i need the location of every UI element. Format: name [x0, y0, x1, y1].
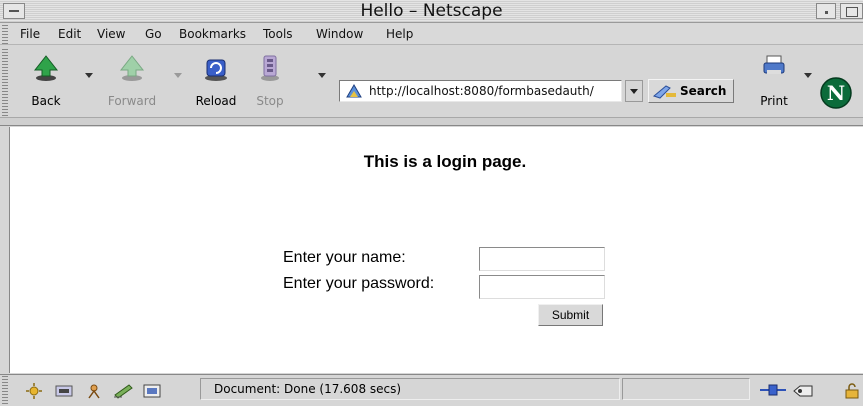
- stop-label: Stop: [256, 94, 284, 108]
- menu-go[interactable]: Go: [145, 25, 162, 43]
- forward-arrow-icon: [119, 55, 145, 81]
- url-history-dropdown[interactable]: [625, 80, 643, 102]
- url-text[interactable]: http://localhost:8080/formbasedauth/: [369, 80, 619, 102]
- menu-edit[interactable]: Edit: [58, 25, 81, 43]
- online-plug-icon[interactable]: [760, 383, 786, 397]
- reload-icon: [205, 59, 227, 81]
- sidebar-edge: [0, 127, 10, 373]
- page-heading: This is a login page.: [363, 152, 527, 171]
- menu-help[interactable]: Help: [386, 25, 413, 43]
- mail-icon[interactable]: [54, 383, 74, 399]
- page-icon[interactable]: [345, 83, 363, 99]
- statusbar-grip[interactable]: [2, 376, 8, 404]
- window-menu-button[interactable]: [3, 3, 25, 19]
- back-label: Back: [31, 94, 61, 108]
- minimize-button[interactable]: [816, 3, 836, 19]
- navigator-icon[interactable]: [24, 383, 44, 399]
- maximize-button[interactable]: [840, 3, 863, 19]
- reload-label: Reload: [195, 94, 237, 108]
- stop-icon: [261, 55, 279, 81]
- composer-icon[interactable]: [112, 383, 134, 399]
- forward-button[interactable]: Forward: [100, 50, 164, 112]
- stop-button[interactable]: Stop: [248, 50, 292, 112]
- forward-label: Forward: [107, 94, 157, 108]
- status-text: Document: Done (17.608 secs): [214, 382, 402, 396]
- name-label: Enter your name:: [283, 249, 406, 266]
- toolbar-grip[interactable]: [2, 48, 8, 116]
- window-title: Hello – Netscape: [360, 1, 503, 21]
- search-icon: [652, 85, 676, 99]
- menu-view[interactable]: View: [97, 25, 125, 43]
- password-label: Enter your password:: [283, 275, 435, 292]
- menu-bar: [0, 23, 863, 45]
- menu-window[interactable]: Window: [316, 25, 363, 43]
- progress-field: [622, 378, 750, 400]
- menu-bookmarks[interactable]: Bookmarks: [179, 25, 246, 43]
- submit-button[interactable]: Submit: [538, 304, 603, 326]
- toolbar-dropdown[interactable]: [318, 73, 326, 78]
- irc-icon[interactable]: [142, 383, 162, 399]
- print-label: Print: [760, 94, 788, 108]
- menu-tools[interactable]: Tools: [263, 25, 293, 43]
- menubar-grip[interactable]: [2, 24, 8, 44]
- address-book-icon[interactable]: [86, 383, 102, 399]
- forward-history-dropdown[interactable]: [174, 73, 182, 78]
- back-button[interactable]: Back: [20, 50, 72, 112]
- netscape-logo-icon[interactable]: N: [820, 77, 852, 109]
- security-icon[interactable]: [844, 383, 860, 399]
- print-dropdown[interactable]: [804, 73, 812, 78]
- password-input[interactable]: [479, 275, 605, 299]
- bookmark-tag-icon[interactable]: [792, 383, 814, 399]
- toolbar-collapse-strip[interactable]: [0, 118, 863, 126]
- search-label: Search: [680, 84, 727, 98]
- reload-button[interactable]: Reload: [188, 50, 244, 112]
- print-button[interactable]: Print: [752, 50, 796, 112]
- svg-text:N: N: [827, 81, 845, 105]
- menu-file[interactable]: File: [20, 25, 40, 43]
- back-history-dropdown[interactable]: [85, 73, 93, 78]
- back-arrow-icon: [33, 55, 59, 81]
- print-icon: [763, 55, 785, 74]
- name-input[interactable]: [479, 247, 605, 271]
